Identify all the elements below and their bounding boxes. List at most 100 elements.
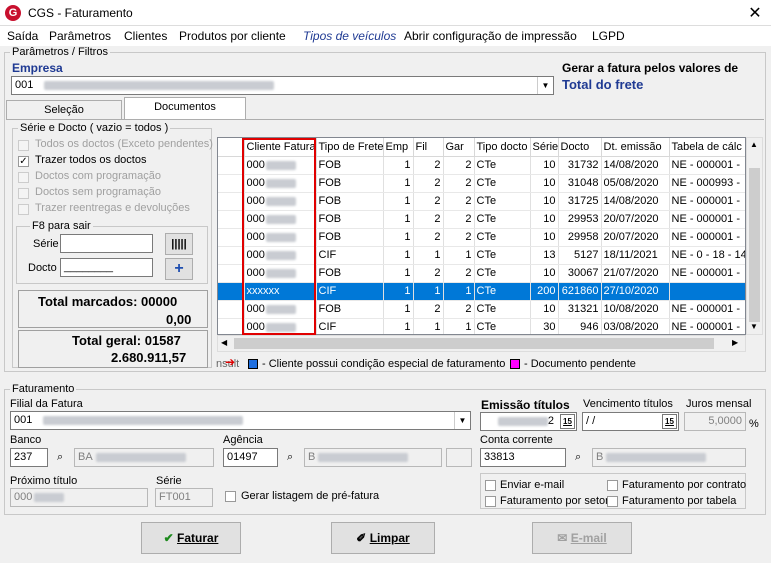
scroll-up-icon[interactable]: ▲ [750,140,758,149]
total-marcados-label: Total marcados: 00000 [38,294,178,309]
add-icon[interactable]: + [165,258,193,280]
table-cell [218,174,245,193]
menu-produtos-por-cliente[interactable]: Produtos por cliente [179,29,286,43]
table-cell: 03/08/2020 [601,318,670,334]
table-cell: 1 [443,318,475,334]
calendar-icon[interactable]: 15 [560,414,575,429]
filial-select[interactable]: 001 ▼ [10,411,471,430]
binoculars-icon[interactable]: ⌕ [57,451,63,464]
menu-lgpd[interactable]: LGPD [592,29,625,43]
total-marcados-value: 0,00 [166,312,192,327]
legend-item1: - Cliente possui condição especial de fa… [262,358,506,370]
serie-input[interactable] [60,234,153,253]
menu-parametros[interactable]: Parâmetros [49,29,111,43]
menu-saida[interactable]: Saída [7,29,38,43]
table-cell: 2 [443,174,475,193]
docto-input[interactable]: ________ [60,258,153,277]
reentregas-label: Trazer reentregas e devoluções [35,202,190,214]
barcode-icon[interactable]: ||||| [165,233,193,255]
todos-doctos-checkbox[interactable] [18,140,29,151]
legend-item2: - Documento pendente [524,358,636,370]
column-header[interactable]: Tipo docto [474,138,531,157]
gerar-fatura-label: Gerar a fatura pelos valores de [562,61,739,75]
table-cell: CTe [474,156,531,175]
grid-vertical-scrollbar[interactable]: ▲ ▼ [746,137,763,335]
binoculars-icon[interactable]: ⌕ [575,451,581,464]
column-header[interactable]: Fil [413,138,444,157]
limpar-button[interactable]: ✐ Limpar [331,522,435,554]
column-header[interactable]: Emp [383,138,414,157]
fat-setor-checkbox[interactable] [485,496,496,507]
table-cell: 5127 [558,246,602,265]
emissao-input[interactable]: 2 15 [480,412,577,431]
table-cell: NE - 000001 - [669,318,745,334]
chevron-down-icon[interactable]: ▼ [454,412,470,429]
legend-pink-square [510,359,520,369]
conta-name: B [592,448,746,467]
trazer-todos-checkbox[interactable]: ✓ [18,156,29,167]
filial-label: Filial da Fatura [10,398,83,410]
doctos-com-programacao-label: Doctos com programação [35,170,161,182]
table-cell: 2 [443,192,475,211]
faturar-button[interactable]: ✔ Faturar [141,522,241,554]
email-button[interactable]: ✉ E-mail [532,522,632,554]
serie-fat-input: FT001 [155,488,213,507]
juros-input[interactable]: 5,0000 [684,412,746,431]
agencia-digit [446,448,472,467]
column-header[interactable]: Docto [558,138,602,157]
grid-horizontal-scrollbar[interactable]: ◀ ▶ [217,335,746,352]
doctos-com-programacao-checkbox[interactable] [18,172,29,183]
chevron-down-icon[interactable]: ▼ [537,77,553,94]
emissao-label: Emissão títulos [481,398,570,412]
agencia-input[interactable]: 01497 [223,448,278,467]
table-cell: 1 [383,246,414,265]
banco-input[interactable]: 237 [10,448,48,467]
juros-label: Juros mensal [686,398,752,410]
hscroll-thumb[interactable] [234,338,714,349]
table-cell: 10/08/2020 [601,300,670,319]
gerar-listagem-checkbox[interactable] [225,491,236,502]
table-cell [218,210,245,229]
table-cell: 621860 [558,282,602,301]
tab-documentos[interactable]: Documentos [124,97,246,119]
table-cell: CTe [474,264,531,283]
table-cell: NE - 000993 - [669,174,745,193]
empresa-select[interactable]: 001 ▼ [11,76,554,95]
empresa-label: Empresa [12,61,63,75]
scroll-thumb[interactable] [749,168,760,322]
vencimento-input[interactable]: / / 15 [582,412,679,431]
table-cell: 1 [413,282,444,301]
table-cell: 2 [443,210,475,229]
scroll-right-icon[interactable]: ▶ [732,338,738,347]
menu-clientes[interactable]: Clientes [124,29,167,43]
menu-abrir-configuracao-impressao[interactable]: Abrir configuração de impressão [404,29,577,43]
table-cell [218,156,245,175]
table-cell: NE - 000001 - [669,300,745,319]
close-icon[interactable]: ✕ [745,3,765,23]
table-cell: CTe [474,246,531,265]
doctos-sem-programacao-checkbox[interactable] [18,188,29,199]
fat-tabela-checkbox[interactable] [607,496,618,507]
f8-label: F8 para sair [30,220,93,232]
column-header[interactable]: Tabela de cálc [669,138,745,157]
reentregas-checkbox[interactable] [18,204,29,215]
checkmark-icon: ✔ [163,531,174,545]
fat-contrato-checkbox[interactable] [607,480,618,491]
column-header[interactable]: Tipo de Frete [316,138,384,157]
column-header[interactable]: Dt. emissão [601,138,670,157]
menu-tipos-de-veiculos[interactable]: Tipos de veículos [303,29,396,43]
scroll-left-icon[interactable]: ◀ [221,338,227,347]
column-header[interactable] [218,138,245,157]
column-header[interactable]: Gar [443,138,475,157]
calendar-icon[interactable]: 15 [662,414,677,429]
table-cell: 30067 [558,264,602,283]
conta-input[interactable]: 33813 [480,448,566,467]
enviar-email-checkbox[interactable] [485,480,496,491]
column-header[interactable]: Série [530,138,559,157]
binoculars-icon[interactable]: ⌕ [287,451,293,464]
table-cell: FOB [316,174,384,193]
table-cell: 2 [443,264,475,283]
table-cell: 18/11/2021 [601,246,670,265]
tab-selecao[interactable]: Seleção [6,100,122,120]
scroll-down-icon[interactable]: ▼ [750,322,758,331]
